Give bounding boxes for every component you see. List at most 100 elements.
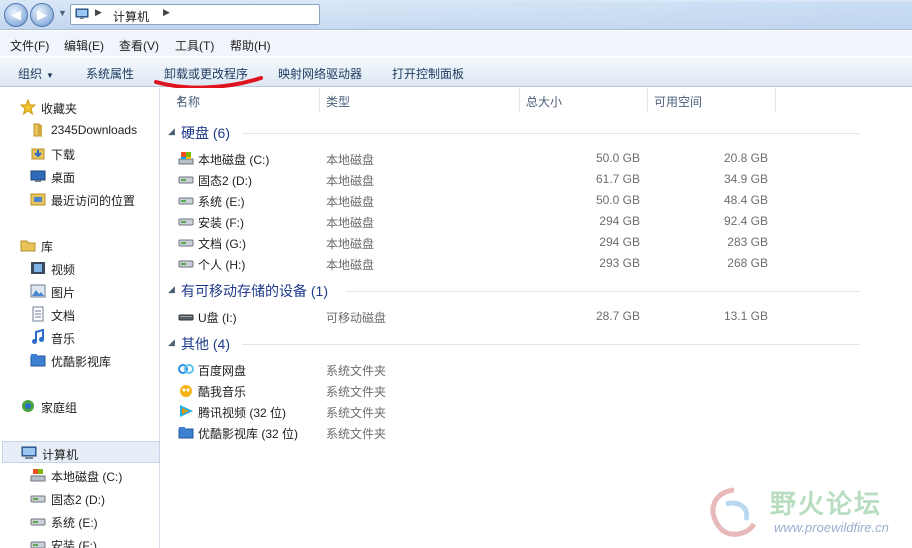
nav-item-music[interactable]: 音乐 (0, 326, 158, 348)
address-box[interactable]: ▶ 计算机 ▶ (70, 4, 320, 25)
column-header-name[interactable]: 名称 ▲ (170, 88, 320, 112)
back-button[interactable]: ◀ (4, 3, 28, 27)
nav-item-desktop[interactable]: 桌面 (0, 165, 158, 187)
nav-item-drive-f[interactable]: 安装 (F:) (0, 533, 158, 548)
menu-view[interactable]: 查看(V) (119, 37, 159, 54)
menu-help[interactable]: 帮助(H) (230, 37, 271, 54)
nav-item-documents[interactable]: 文档 (0, 303, 158, 325)
nav-item-label: 下载 (51, 148, 76, 162)
drive-row-e[interactable]: 系统 (E:) 本地磁盘 50.0 GB 48.4 GB (160, 190, 800, 211)
folder-type: 系统文件夹 (326, 385, 387, 399)
nav-item-label: 系统 (E:) (51, 516, 98, 530)
sort-ascending-icon: ▲ (176, 93, 184, 102)
group-divider (242, 344, 860, 345)
nav-item-drive-c[interactable]: 本地磁盘 (C:) (0, 464, 158, 486)
drive-name: 文档 (G:) (198, 237, 246, 251)
nav-item-youku-library[interactable]: 优酷影视库 (0, 349, 158, 371)
group-title: 其他 (4) (181, 336, 230, 352)
drive-icon (178, 239, 194, 247)
folder-name: 百度网盘 (198, 364, 247, 378)
folder-name: 酷我音乐 (198, 385, 247, 399)
system-properties-button[interactable]: 系统属性 (86, 65, 134, 82)
drive-row-i[interactable]: U盘 (I:) 可移动磁盘 28.7 GB 13.1 GB (160, 306, 800, 327)
collapse-triangle-icon[interactable]: ◢ (168, 284, 175, 295)
nav-item-2345downloads[interactable]: 2345Downloads (0, 119, 158, 141)
nav-computer-label: 计算机 (42, 448, 79, 462)
column-header-type[interactable]: 类型 (320, 88, 520, 112)
drive-total-size: 50.0 GB (595, 151, 640, 165)
folder-row-tencent-video[interactable]: 腾讯视频 (32 位) 系统文件夹 (160, 401, 800, 422)
breadcrumb-chevron-icon[interactable]: ▶ (95, 7, 102, 18)
nav-item-recent-places[interactable]: 最近访问的位置 (0, 188, 158, 210)
drive-total-size: 294 GB (599, 214, 640, 228)
nav-libraries[interactable]: 库 (0, 234, 158, 256)
nav-item-downloads[interactable]: 下载 (0, 142, 158, 164)
column-header-total-size[interactable]: 总大小 (520, 88, 648, 112)
menu-file[interactable]: 文件(F) (10, 37, 49, 54)
navigation-pane: 收藏夹 2345Downloads 下载 桌面 最近访问的位置 库 视频 图片 … (0, 88, 160, 548)
folder-row-baidu-netdisk[interactable]: 百度网盘 系统文件夹 (160, 359, 800, 380)
open-control-panel-button[interactable]: 打开控制面板 (392, 65, 464, 82)
group-title: 硬盘 (6) (181, 125, 230, 141)
column-header-label: 可用空间 (654, 95, 703, 109)
nav-item-label: 本地磁盘 (C:) (51, 470, 123, 484)
pictures-library-icon (30, 284, 46, 298)
youku-library-icon (178, 427, 194, 439)
column-header-free-space[interactable]: 可用空间 (648, 88, 776, 112)
nav-item-pictures[interactable]: 图片 (0, 280, 158, 302)
breadcrumb-computer[interactable]: 计算机 (113, 8, 149, 25)
nav-item-drive-d[interactable]: 固态2 (D:) (0, 487, 158, 509)
folder-row-youku-library[interactable]: 优酷影视库 (32 位) 系统文件夹 (160, 422, 800, 443)
group-header-removable[interactable]: ◢ 有可移动存储的设备 (1) (160, 280, 860, 302)
computer-icon (75, 8, 89, 19)
drive-row-g[interactable]: 文档 (G:) 本地磁盘 294 GB 283 GB (160, 232, 800, 253)
drive-icon (178, 218, 194, 226)
menu-edit[interactable]: 编辑(E) (64, 37, 104, 54)
title-bar-glass (320, 2, 912, 28)
watermark-logo (710, 487, 757, 537)
collapse-triangle-icon[interactable]: ◢ (168, 337, 175, 348)
drive-type: 本地磁盘 (326, 174, 375, 188)
nav-computer[interactable]: 计算机 (2, 441, 160, 463)
drive-name: U盘 (I:) (198, 311, 237, 325)
command-bar: 组织 ▼ 系统属性 卸载或更改程序 映射网络驱动器 打开控制面板 (0, 56, 912, 87)
map-network-drive-button[interactable]: 映射网络驱动器 (278, 65, 362, 82)
drive-row-f[interactable]: 安装 (F:) 本地磁盘 294 GB 92.4 GB (160, 211, 800, 232)
drive-free-space: 48.4 GB (723, 193, 768, 207)
watermark-url: www.proewildfire.cn (774, 520, 889, 535)
nav-homegroup[interactable]: 家庭组 (0, 395, 158, 417)
nav-item-label: 2345Downloads (51, 123, 138, 137)
folder-row-kuwo-music[interactable]: 酷我音乐 系统文件夹 (160, 380, 800, 401)
library-icon (20, 240, 36, 252)
chevron-down-icon: ▼ (46, 71, 54, 80)
address-bar: ◀ ▶ ▼ ▶ 计算机 ▶ (0, 0, 912, 30)
drive-total-size: 28.7 GB (595, 309, 640, 323)
menu-bar: 文件(F) 编辑(E) 查看(V) 工具(T) 帮助(H) (0, 31, 912, 56)
menu-tools[interactable]: 工具(T) (175, 37, 214, 54)
collapse-triangle-icon[interactable]: ◢ (168, 126, 175, 137)
breadcrumb-chevron-icon[interactable]: ▶ (163, 7, 170, 18)
group-header-other[interactable]: ◢ 其他 (4) (160, 333, 860, 355)
downloads-folder-icon (31, 148, 45, 160)
drive-icon (178, 260, 194, 268)
nav-favorites[interactable]: 收藏夹 (0, 96, 158, 118)
organize-button[interactable]: 组织 ▼ (18, 65, 54, 82)
drive-row-h[interactable]: 个人 (H:) 本地磁盘 293 GB 268 GB (160, 253, 800, 274)
drive-row-d[interactable]: 固态2 (D:) 本地磁盘 61.7 GB 34.9 GB (160, 169, 800, 190)
drive-icon (178, 197, 194, 205)
drive-total-size: 294 GB (599, 235, 640, 249)
drive-type: 可移动磁盘 (326, 311, 387, 325)
nav-item-label: 视频 (51, 263, 76, 277)
drive-row-c[interactable]: 本地磁盘 (C:) 本地磁盘 50.0 GB 20.8 GB (160, 148, 800, 169)
youku-library-icon (30, 354, 46, 367)
usb-drive-icon (178, 314, 194, 321)
recent-pages-chevron-icon[interactable]: ▼ (58, 8, 67, 18)
drive-icon (178, 176, 194, 184)
nav-item-videos[interactable]: 视频 (0, 257, 158, 279)
group-header-hard-disks[interactable]: ◢ 硬盘 (6) (160, 122, 860, 144)
nav-item-label: 安装 (F:) (51, 539, 97, 548)
baidu-netdisk-icon (178, 364, 194, 374)
nav-item-drive-e[interactable]: 系统 (E:) (0, 510, 158, 532)
forward-button[interactable]: ▶ (30, 3, 54, 27)
homegroup-icon (22, 400, 34, 412)
